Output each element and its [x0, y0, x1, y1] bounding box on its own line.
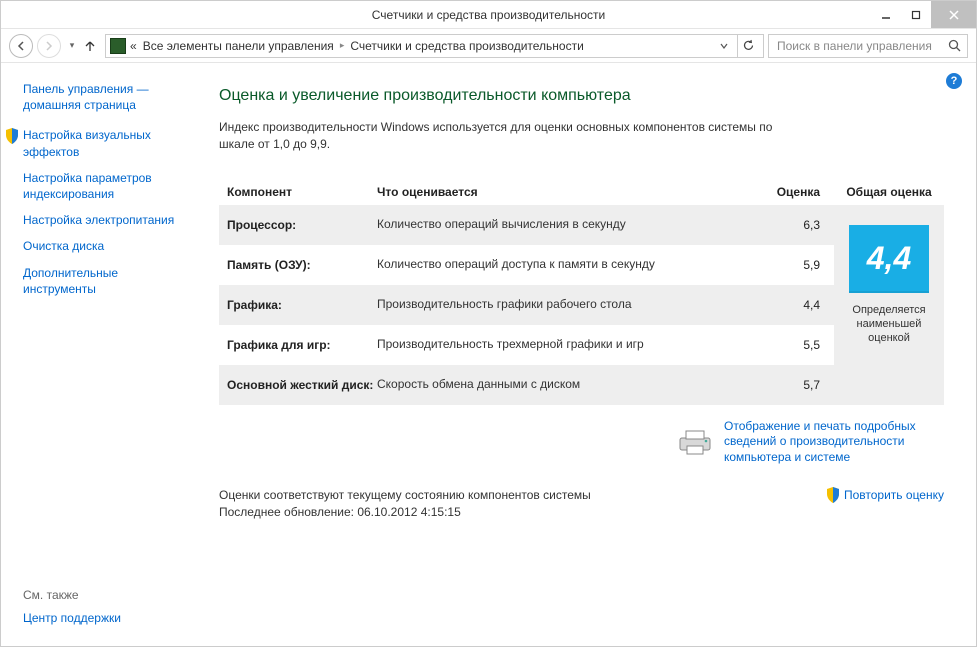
row-score: 5,9 — [756, 258, 826, 272]
rerun-label: Повторить оценку — [844, 488, 944, 502]
main-content: Оценка и увеличение производительности к… — [207, 63, 976, 646]
home-line1: Панель управления — — [23, 82, 149, 96]
minimize-button[interactable] — [871, 1, 901, 28]
row-desc: Количество операций вычисления в секунду — [377, 217, 756, 233]
address-bar[interactable]: « Все элементы панели управления ▸ Счетч… — [105, 34, 764, 58]
refresh-button[interactable] — [737, 35, 759, 57]
page-description: Индекс производительности Windows исполь… — [219, 119, 779, 153]
row-desc: Производительность трехмерной графики и … — [377, 337, 756, 353]
sidebar-item-visual-effects[interactable]: Настройка визуальных эффектов — [23, 127, 193, 159]
maximize-button[interactable] — [901, 1, 931, 28]
table-row: Графика: Производительность графики рабо… — [219, 285, 834, 325]
row-score: 5,5 — [756, 338, 826, 352]
row-component: Процессор: — [227, 218, 377, 232]
row-component: Основной жесткий диск: — [227, 378, 377, 392]
breadcrumb-prefix: « — [130, 39, 137, 53]
search-box[interactable] — [768, 34, 968, 58]
printer-icon — [678, 428, 714, 456]
sidebar-action-center-link[interactable]: Центр поддержки — [23, 610, 193, 626]
sidebar-item-power[interactable]: Настройка электропитания — [23, 212, 193, 228]
breadcrumb-item-1[interactable]: Все элементы панели управления — [143, 39, 334, 53]
sidebar-item-advanced-tools[interactable]: Дополнительные инструменты — [23, 265, 193, 297]
close-icon — [948, 9, 960, 21]
status-text: Оценки соответствуют текущему состоянию … — [219, 487, 591, 521]
maximize-icon — [911, 10, 921, 20]
page-title: Оценка и увеличение производительности к… — [219, 87, 944, 105]
arrow-right-icon — [43, 40, 55, 52]
wei-table: Компонент Что оценивается Оценка Процесс… — [219, 181, 944, 405]
arrow-up-icon — [83, 39, 97, 53]
row-score: 6,3 — [756, 218, 826, 232]
base-score-column: Общая оценка 4,4 Определяется наименьшей… — [834, 181, 944, 405]
sidebar-item-disk-cleanup[interactable]: Очистка диска — [23, 238, 193, 254]
status-line-1: Оценки соответствуют текущему состоянию … — [219, 487, 591, 504]
col-header-score: Оценка — [756, 185, 826, 199]
base-score-tile: 4,4 — [849, 225, 929, 293]
row-desc: Производительность графики рабочего стол… — [377, 297, 756, 313]
history-dropdown[interactable]: ▾ — [65, 40, 79, 51]
table-row: Графика для игр: Производительность трех… — [219, 325, 834, 365]
address-dropdown[interactable] — [713, 35, 735, 57]
table-row: Процессор: Количество операций вычислени… — [219, 205, 834, 245]
window-controls — [871, 1, 976, 28]
location-icon — [110, 38, 126, 54]
row-desc: Количество операций доступа к памяти в с… — [377, 257, 756, 273]
base-score-caption: Определяется наименьшей оценкой — [840, 303, 938, 346]
sidebar: Панель управления — домашняя страница На… — [1, 63, 207, 646]
status-line-2: Последнее обновление: 06.10.2012 4:15:15 — [219, 504, 591, 521]
forward-button[interactable] — [37, 34, 61, 58]
sidebar-item-indexing[interactable]: Настройка параметров индексирования — [23, 170, 193, 202]
col-header-what: Что оценивается — [377, 185, 756, 199]
control-panel-home-link[interactable]: Панель управления — домашняя страница — [23, 81, 193, 113]
print-details-link[interactable]: Отображение и печать подробных сведений … — [724, 419, 944, 466]
print-details-row: Отображение и печать подробных сведений … — [219, 419, 944, 466]
shield-icon — [5, 128, 19, 144]
navigation-bar: ▾ « Все элементы панели управления ▸ Сче… — [1, 29, 976, 63]
shield-icon — [826, 487, 840, 503]
search-input[interactable] — [775, 38, 942, 54]
refresh-icon — [742, 39, 755, 52]
row-score: 4,4 — [756, 298, 826, 312]
see-also-header: См. также — [23, 588, 193, 602]
breadcrumb-sep-icon: ▸ — [340, 40, 345, 51]
row-desc: Скорость обмена данными с диском — [377, 377, 756, 393]
arrow-left-icon — [15, 40, 27, 52]
row-component: Графика: — [227, 298, 377, 312]
rerun-assessment-link[interactable]: Повторить оценку — [826, 487, 944, 503]
row-score: 5,7 — [756, 378, 826, 392]
home-line2: домашняя страница — [23, 98, 136, 112]
col-header-component: Компонент — [227, 185, 377, 199]
table-row: Основной жесткий диск: Скорость обмена д… — [219, 365, 834, 405]
search-icon — [948, 39, 961, 52]
titlebar: Счетчики и средства производительности — [1, 1, 976, 29]
breadcrumb: « Все элементы панели управления ▸ Счетч… — [130, 39, 709, 53]
window-title: Счетчики и средства производительности — [372, 8, 605, 22]
chevron-down-icon — [719, 41, 729, 51]
minimize-icon — [881, 10, 891, 20]
row-component: Графика для игр: — [227, 338, 377, 352]
back-button[interactable] — [9, 34, 33, 58]
row-component: Память (ОЗУ): — [227, 258, 377, 272]
col-header-base: Общая оценка — [846, 181, 931, 205]
table-row: Память (ОЗУ): Количество операций доступ… — [219, 245, 834, 285]
up-button[interactable] — [83, 39, 101, 53]
breadcrumb-item-2[interactable]: Счетчики и средства производительности — [350, 39, 583, 53]
close-button[interactable] — [931, 1, 976, 28]
table-header-row: Компонент Что оценивается Оценка — [219, 181, 834, 205]
